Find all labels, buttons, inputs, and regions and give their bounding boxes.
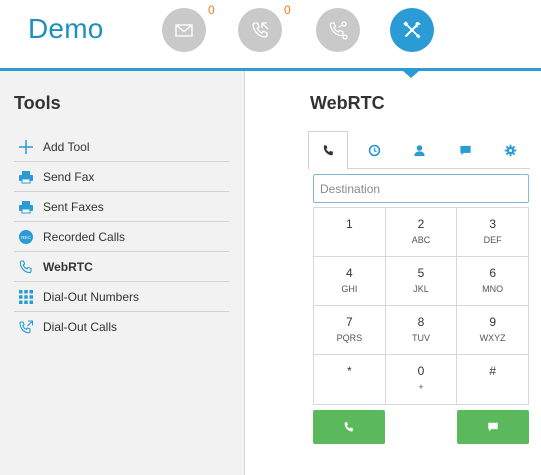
clock-icon: [368, 144, 380, 156]
key-digit: 0: [417, 364, 425, 378]
key-letters: PQRS: [336, 333, 363, 343]
key-letters: +: [418, 382, 424, 392]
phone-icon: [18, 259, 34, 275]
key-4[interactable]: 4 GHI: [314, 257, 386, 305]
keypad-row: * 0 + #: [314, 355, 528, 404]
key-digit: 2: [417, 217, 425, 231]
nav-tools-button[interactable]: [390, 8, 434, 52]
keypad-row: 4 GHI 5 JKL 6 MNO: [314, 257, 528, 306]
messages-count-badge: 0: [208, 3, 215, 17]
nav-messages-button[interactable]: [162, 8, 206, 52]
key-1[interactable]: 1: [314, 208, 386, 256]
keypad-row: 1 2 ABC 3 DEF: [314, 208, 528, 257]
printer-icon: [18, 199, 34, 215]
key-digit: 9: [489, 315, 497, 329]
calls-count-badge: 0: [284, 3, 291, 17]
key-9[interactable]: 9 WXYZ: [457, 306, 528, 354]
sidebar-item-label: WebRTC: [43, 259, 93, 274]
sidebar-item-dial-out-calls[interactable]: Dial-Out Calls: [14, 312, 229, 342]
sidebar-item-send-fax[interactable]: Send Fax: [14, 162, 229, 192]
page-title: WebRTC: [310, 93, 385, 113]
user-icon: [413, 144, 425, 156]
key-digit: 1: [345, 217, 353, 231]
tab-contacts[interactable]: [399, 131, 439, 169]
tools-sidebar: Tools Add Tool Send Fax Sent Faxes REC R…: [0, 71, 245, 475]
webrtc-dialer: 1 2 ABC 3 DEF 4 GHI 5 JKL 6 MNO 7 PQRS 8 TUV 9 W…: [308, 131, 530, 444]
sidebar-item-sent-faxes[interactable]: Sent Faxes: [14, 192, 229, 222]
key-digit: *: [347, 364, 352, 378]
key-digit: #: [489, 364, 497, 378]
phone-icon: [323, 145, 333, 156]
key-letters: GHI: [341, 284, 358, 294]
key-letters: DEF: [483, 235, 502, 245]
sidebar-item-label: Dial-Out Numbers: [43, 289, 140, 304]
sidebar-item-dial-out-numbers[interactable]: Dial-Out Numbers: [14, 282, 229, 312]
key-8[interactable]: 8 TUV: [386, 306, 458, 354]
key-hash[interactable]: #: [457, 355, 528, 404]
nav-connections-button[interactable]: [316, 8, 360, 52]
call-button[interactable]: [313, 410, 385, 444]
sidebar-item-label: Send Fax: [43, 169, 95, 184]
key-digit: 6: [489, 266, 497, 280]
destination-input[interactable]: [313, 174, 529, 203]
envelope-icon: [175, 24, 193, 37]
key-6[interactable]: 6 MNO: [457, 257, 528, 305]
wrench-screwdriver-icon: [403, 21, 421, 39]
sidebar-item-add-tool[interactable]: Add Tool: [14, 132, 229, 162]
key-letters: ABC: [411, 235, 431, 245]
key-letters: MNO: [482, 284, 504, 294]
chat-icon: [459, 145, 471, 155]
key-digit: 4: [345, 266, 353, 280]
key-digit: 7: [345, 315, 353, 329]
sidebar-item-label: Sent Faxes: [43, 199, 104, 214]
phone-outgoing-icon: [18, 319, 34, 335]
sidebar-item-webrtc[interactable]: WebRTC: [14, 252, 229, 282]
keypad: 1 2 ABC 3 DEF 4 GHI 5 JKL 6 MNO 7 PQRS 8 TUV 9 W…: [313, 207, 529, 405]
brand-logo[interactable]: Demo: [28, 13, 104, 45]
key-star[interactable]: *: [314, 355, 386, 404]
tab-dialpad[interactable]: [308, 131, 348, 170]
chat-icon: [488, 422, 498, 432]
sidebar-title: Tools: [14, 93, 61, 113]
grid-icon: [18, 289, 34, 305]
gear-icon: [504, 144, 516, 156]
svg-text:REC: REC: [21, 235, 31, 240]
key-digit: 3: [489, 217, 497, 231]
key-letters: JKL: [413, 284, 429, 294]
keypad-row: 7 PQRS 8 TUV 9 WXYZ: [314, 306, 528, 355]
sidebar-item-label: Recorded Calls: [43, 229, 126, 244]
tool-list: Add Tool Send Fax Sent Faxes REC Recorde…: [14, 132, 229, 342]
key-0[interactable]: 0 +: [386, 355, 458, 404]
plus-icon: [18, 139, 34, 155]
key-letters: TUV: [412, 333, 430, 343]
phone-network-icon: [329, 21, 348, 40]
sidebar-item-label: Add Tool: [43, 139, 90, 154]
key-2[interactable]: 2 ABC: [386, 208, 458, 256]
phone-icon: [344, 422, 354, 432]
key-digit: 5: [417, 266, 425, 280]
sidebar-item-label: Dial-Out Calls: [43, 320, 118, 334]
nav-calls-button[interactable]: [238, 8, 282, 52]
active-nav-caret: [403, 71, 419, 78]
sidebar-item-recorded-calls[interactable]: REC Recorded Calls: [14, 222, 229, 252]
rec-icon: REC: [18, 229, 34, 245]
key-digit: 8: [417, 315, 425, 329]
key-7[interactable]: 7 PQRS: [314, 306, 386, 354]
tab-history[interactable]: [354, 131, 394, 169]
app-header: Demo 0 0: [0, 0, 541, 68]
tab-messages[interactable]: [445, 131, 485, 169]
key-letters: WXYZ: [479, 333, 506, 343]
printer-icon: [18, 169, 34, 185]
send-message-button[interactable]: [457, 410, 529, 444]
phone-incoming-icon: [252, 22, 269, 38]
dialer-tabs: [308, 131, 530, 170]
key-5[interactable]: 5 JKL: [386, 257, 458, 305]
key-3[interactable]: 3 DEF: [457, 208, 528, 256]
tab-settings[interactable]: [490, 131, 530, 169]
